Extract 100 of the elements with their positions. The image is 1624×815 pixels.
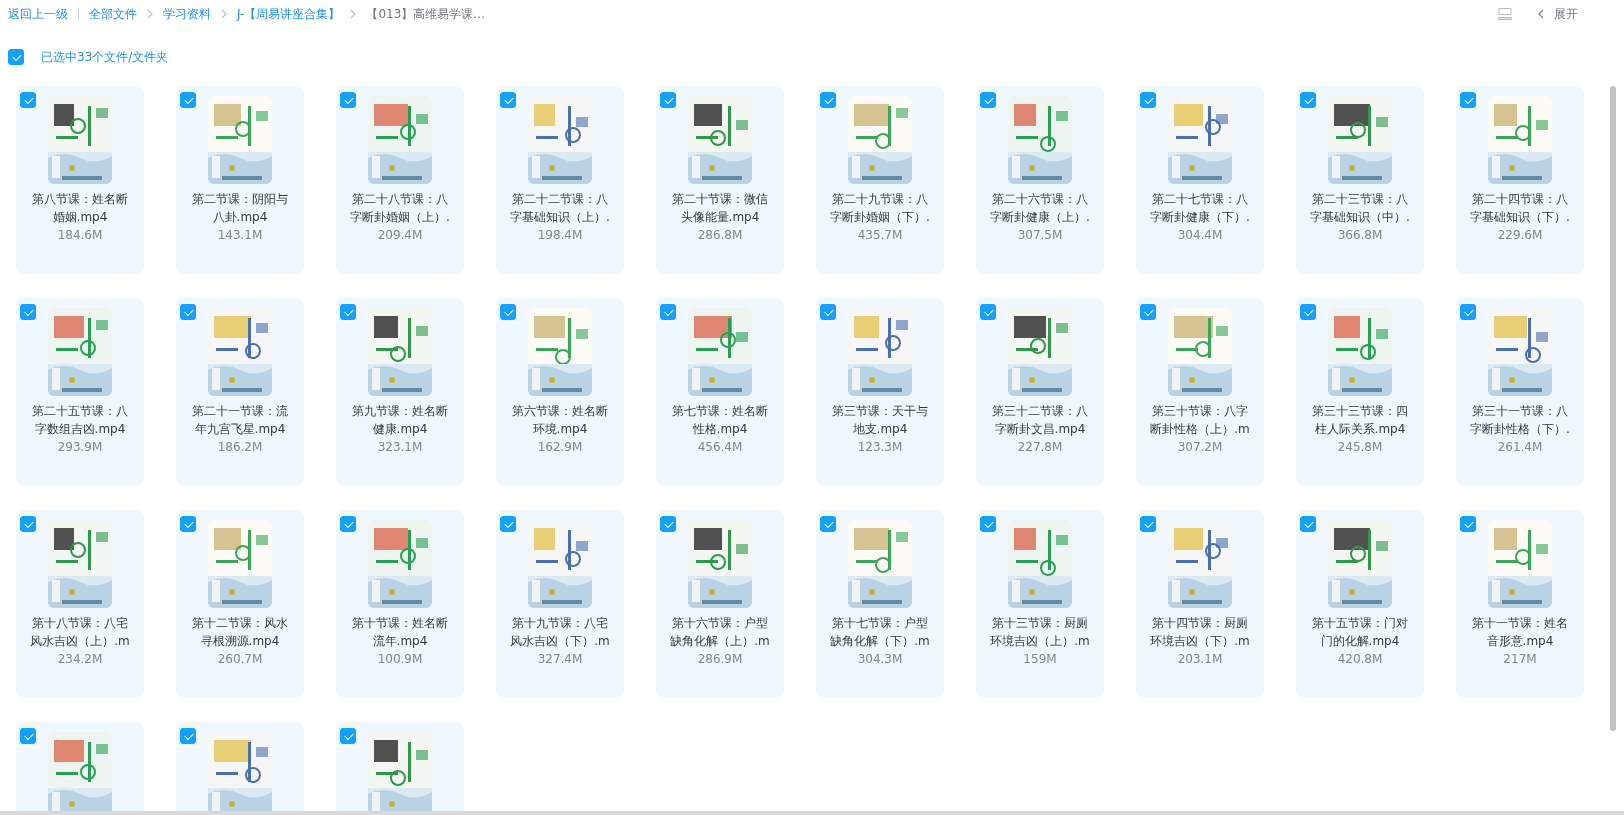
file-name: 第十七节课：户型缺角化解（下）.m (829, 615, 931, 650)
checkbox[interactable] (500, 92, 516, 108)
file-size: 162.9M (537, 440, 583, 454)
file-size: 420.8M (1337, 652, 1383, 666)
file-card[interactable]: 第二十节课：微信头像能量.mp4 286.8M (656, 86, 784, 274)
file-size: 366.8M (1337, 228, 1383, 242)
checkbox[interactable] (1300, 92, 1316, 108)
checkbox[interactable] (20, 304, 36, 320)
file-size: 307.5M (1017, 228, 1063, 242)
file-name: 第十一节课：姓名音形意.mp4 (1471, 615, 1569, 650)
file-card[interactable]: 第三十节课：八字断卦性格（上）.m 307.2M (1136, 298, 1264, 486)
file-card[interactable]: 第二十二节课：八字基础知识（上）. 198.4M (496, 86, 624, 274)
file-card[interactable]: 第二十六节课：八字断卦健康（上）. 307.5M (976, 86, 1104, 274)
file-card[interactable]: 第二十八节课：八字断卦婚姻（上）. 209.4M (336, 86, 464, 274)
checkbox[interactable] (340, 304, 356, 320)
expand-button[interactable]: 展开 (1538, 5, 1578, 23)
checkbox[interactable] (820, 304, 836, 320)
file-card[interactable]: 第十四节课：厨厕环境吉凶（下）.m 203.1M (1136, 510, 1264, 698)
file-card[interactable]: 第八节课：姓名断婚姻.mp4 184.6M (16, 86, 144, 274)
file-card[interactable]: 第三十一节课：八字断卦性格（下）. 261.4M (1456, 298, 1584, 486)
checkbox[interactable] (180, 304, 196, 320)
file-size: 198.4M (537, 228, 583, 242)
file-size: 327.4M (537, 652, 583, 666)
file-card[interactable]: 第十九节课：八宅风水吉凶（下）.m 327.4M (496, 510, 624, 698)
checkbox[interactable] (20, 92, 36, 108)
file-size: 143.1M (217, 228, 263, 242)
list-view-icon[interactable] (1498, 8, 1512, 20)
checkbox[interactable] (660, 304, 676, 320)
checkbox[interactable] (980, 516, 996, 532)
scrollbar[interactable] (1610, 86, 1616, 731)
checkbox[interactable] (180, 728, 196, 744)
breadcrumb-link[interactable]: J-【周易讲座合集】 (237, 5, 341, 23)
checkbox[interactable] (500, 516, 516, 532)
file-name: 第十五节课：门对门的化解.mp4 (1311, 615, 1409, 650)
file-card[interactable]: 第二十九节课：八字断卦婚姻（下）. 435.7M (816, 86, 944, 274)
file-card[interactable]: 第十节课：姓名断流年.mp4 100.9M (336, 510, 464, 698)
checkbox[interactable] (180, 92, 196, 108)
file-card[interactable]: 第二十一节课：流年九宫飞星.mp4 186.2M (176, 298, 304, 486)
file-card[interactable]: 第十五节课：门对门的化解.mp4 420.8M (1296, 510, 1424, 698)
file-name: 第十六节课：户型缺角化解（上）.m (669, 615, 771, 650)
file-name: 第二十一节课：流年九宫飞星.mp4 (191, 403, 289, 438)
breadcrumb-link[interactable]: 学习资料 (163, 5, 211, 23)
file-card[interactable]: 第三节课：天干与地支.mp4 123.3M (816, 298, 944, 486)
file-name: 第三十一节课：八字断卦性格（下）. (1469, 403, 1571, 438)
checkbox[interactable] (1140, 304, 1156, 320)
file-size: 323.1M (377, 440, 423, 454)
file-name: 第十节课：姓名断流年.mp4 (351, 615, 449, 650)
checkbox[interactable] (1140, 516, 1156, 532)
file-name: 第十九节课：八宅风水吉凶（下）.m (509, 615, 611, 650)
file-card[interactable]: 第二十五节课：八字数组吉凶.mp4 293.9M (16, 298, 144, 486)
checkbox[interactable] (340, 92, 356, 108)
file-name: 第九节课：姓名断健康.mp4 (351, 403, 449, 438)
checkbox[interactable] (660, 516, 676, 532)
file-card[interactable]: 第三十二节课：八字断卦文昌.mp4 227.8M (976, 298, 1104, 486)
horizontal-scrollbar[interactable] (0, 811, 1624, 815)
file-card[interactable]: 第十二节课：风水寻根溯源.mp4 260.7M (176, 510, 304, 698)
file-card[interactable]: 第十八节课：八宅风水吉凶（上）.m 234.2M (16, 510, 144, 698)
file-card[interactable]: 第九节课：姓名断健康.mp4 323.1M (336, 298, 464, 486)
checkbox[interactable] (1140, 92, 1156, 108)
file-card[interactable]: 第十一节课：姓名音形意.mp4 217M (1456, 510, 1584, 698)
file-card[interactable]: 第三十三节课：四柱人际关系.mp4 245.8M (1296, 298, 1424, 486)
checkbox[interactable] (340, 516, 356, 532)
checkbox[interactable] (1460, 516, 1476, 532)
file-size: 456.4M (697, 440, 743, 454)
checkbox[interactable] (820, 516, 836, 532)
checkbox[interactable] (1460, 304, 1476, 320)
file-card[interactable]: 第十七节课：户型缺角化解（下）.m 304.3M (816, 510, 944, 698)
chevron-icon (147, 9, 153, 19)
checkbox[interactable] (1300, 304, 1316, 320)
checkbox[interactable] (500, 304, 516, 320)
file-card[interactable]: 第七节课：姓名断性格.mp4 456.4M (656, 298, 784, 486)
file-size: 261.4M (1497, 440, 1543, 454)
file-name: 第三十三节课：四柱人际关系.mp4 (1311, 403, 1409, 438)
file-card[interactable]: 第十六节课：户型缺角化解（上）.m 286.9M (656, 510, 784, 698)
checkbox[interactable] (20, 728, 36, 744)
file-card[interactable]: 第二十三节课：八字基础知识（中）. 366.8M (1296, 86, 1424, 274)
file-size: 307.2M (1177, 440, 1223, 454)
file-name: 第十八节课：八宅风水吉凶（上）.m (29, 615, 131, 650)
file-size: 217M (1503, 652, 1537, 666)
checkbox[interactable] (1460, 92, 1476, 108)
file-card[interactable]: 第六节课：姓名断环境.mp4 162.9M (496, 298, 624, 486)
file-card[interactable]: 第二十四节课：八字基础知识（下）. 229.6M (1456, 86, 1584, 274)
file-card[interactable]: 第二十七节课：八字断卦健康（下）. 304.4M (1136, 86, 1264, 274)
checkbox[interactable] (660, 92, 676, 108)
checkbox[interactable] (340, 728, 356, 744)
file-name: 第二十八节课：八字断卦婚姻（上）. (349, 191, 451, 226)
select-all-checkbox[interactable] (8, 49, 24, 65)
file-card[interactable]: 第二节课：阴阳与八卦.mp4 143.1M (176, 86, 304, 274)
checkbox[interactable] (20, 516, 36, 532)
file-card[interactable]: 第十三节课：厨厕环境吉凶（上）.m 159M (976, 510, 1104, 698)
checkbox[interactable] (980, 92, 996, 108)
back-link[interactable]: 返回上一级 (8, 5, 68, 23)
breadcrumb-link[interactable]: 全部文件 (89, 5, 137, 23)
file-size: 260.7M (217, 652, 263, 666)
checkbox[interactable] (1300, 516, 1316, 532)
checkbox[interactable] (180, 516, 196, 532)
file-name: 第二十二节课：八字基础知识（上）. (509, 191, 611, 226)
checkbox[interactable] (980, 304, 996, 320)
checkbox[interactable] (820, 92, 836, 108)
current-folder: 【013】高维易学课... (366, 5, 485, 23)
